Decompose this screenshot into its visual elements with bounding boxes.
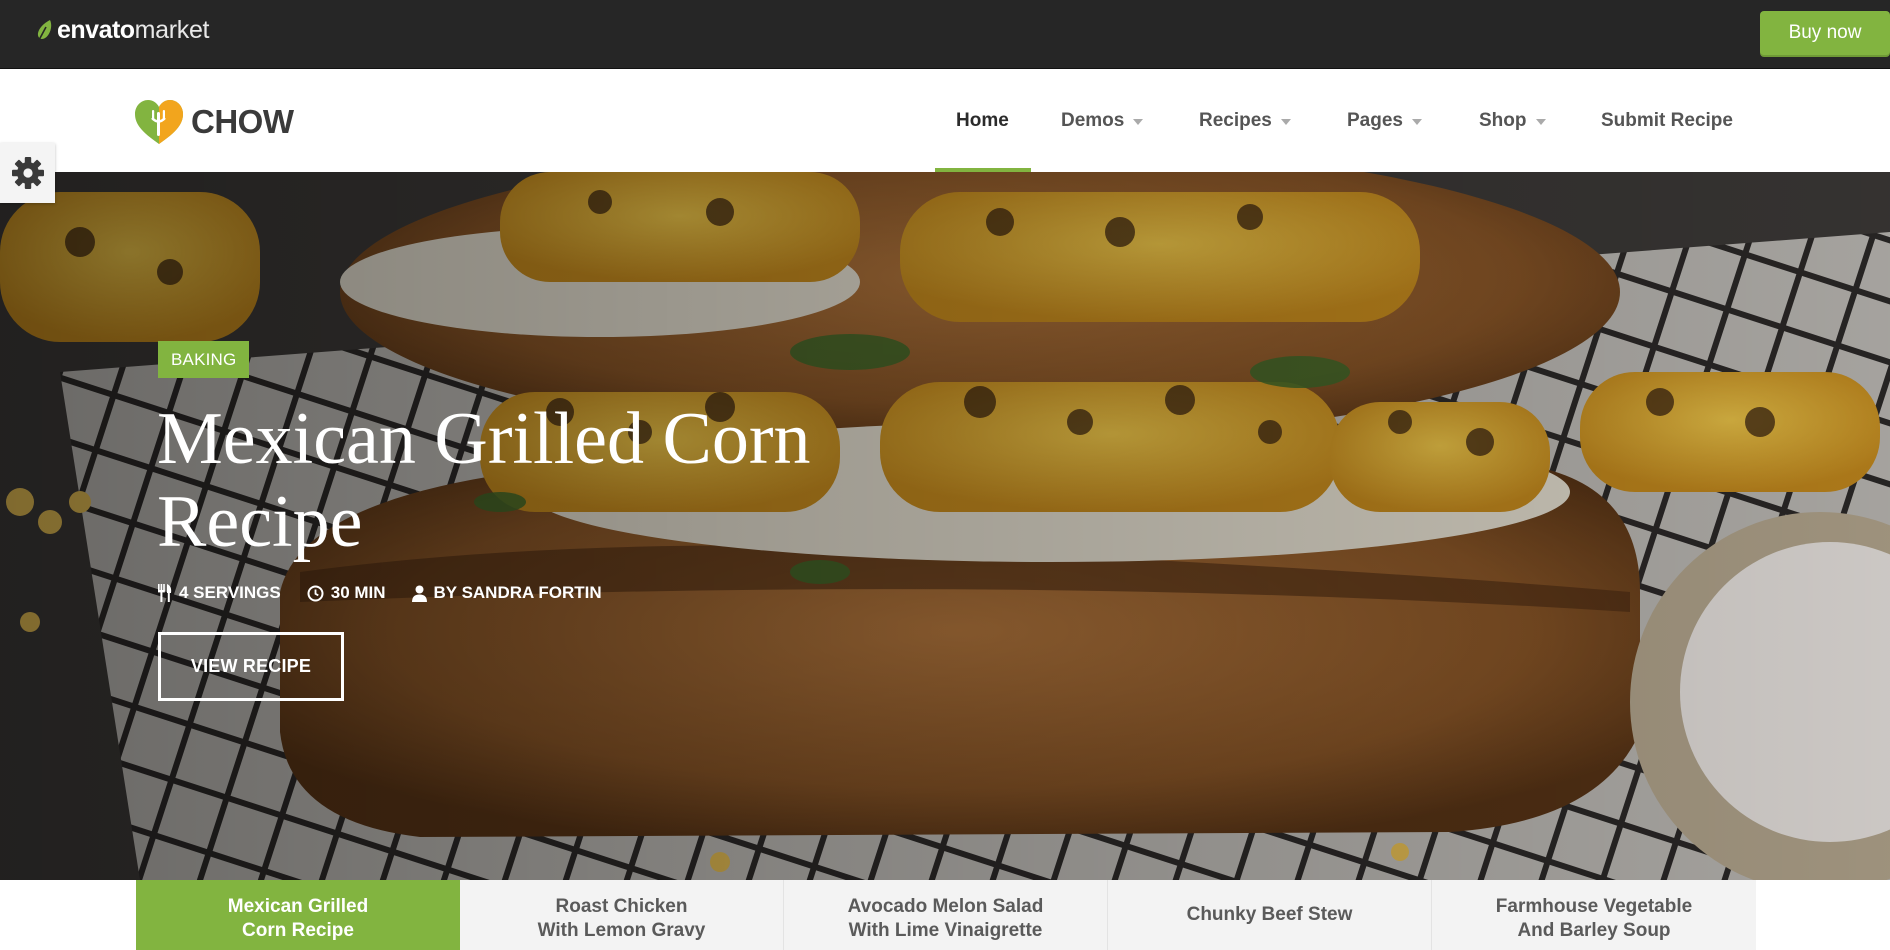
tab-line-2: With Lime Vinaigrette [848,920,1043,941]
chow-logo-text: CHOW [191,103,294,140]
recipe-tab-roast-chicken[interactable]: Roast Chicken With Lemon Gravy [460,880,784,950]
tab-line-1: Farmhouse Vegetable [1495,896,1693,917]
nav-shop-label: Shop [1479,109,1527,131]
nav-submit-recipe[interactable]: Submit Recipe [1601,69,1733,172]
envato-market-text: market [134,15,210,44]
category-badge[interactable]: BAKING [158,341,250,378]
recipe-slider-tabs: Mexican Grilled Corn Recipe Roast Chicken… [136,880,1756,950]
nav-recipes-label: Recipes [1199,109,1272,131]
user-icon [411,585,427,602]
caret-down-icon [1280,118,1291,125]
nav-pages[interactable]: Pages [1347,69,1422,172]
servings-text: 4 SERVINGS [179,583,281,602]
servings-meta: 4 SERVINGS [158,583,281,603]
recipe-tab-avocado-melon-salad[interactable]: Avocado Melon Salad With Lime Vinaigrette [784,880,1108,950]
envato-market-bar: envato market Buy now [0,0,1890,69]
time-meta: 30 MIN [307,583,386,603]
recipe-tab-mexican-grilled-corn[interactable]: Mexican Grilled Corn Recipe [136,880,460,950]
hero-recipe-title[interactable]: Mexican Grilled Corn Recipe [157,398,917,564]
cutlery-icon [158,584,172,602]
tab-line-2: Corn Recipe [242,920,354,941]
gear-icon [11,157,44,189]
tab-line-1: Roast Chicken [555,896,688,917]
author-meta: BY SANDRA FORTIN [411,583,602,603]
recipe-meta: 4 SERVINGS 30 MIN BY SANDRA FORTIN [158,581,628,605]
recipe-tab-chunky-beef-stew[interactable]: Chunky Beef Stew [1108,880,1432,950]
hero-slider: BAKING Mexican Grilled Corn Recipe 4 SER… [0,172,1890,880]
tab-line-2: With Lemon Gravy [537,920,706,941]
author-text[interactable]: BY SANDRA FORTIN [434,583,602,603]
caret-down-icon [1535,118,1546,125]
tab-line-2: And Barley Soup [1517,920,1671,941]
clock-icon [307,585,324,601]
view-recipe-button[interactable]: VIEW RECIPE [158,632,344,701]
tab-line-1: Avocado Melon Salad [847,896,1044,917]
nav-pages-label: Pages [1347,109,1403,131]
nav-shop[interactable]: Shop [1479,69,1546,172]
site-header: CHOW Home Demos Recipes Pages Shop Submi… [0,69,1890,172]
caret-down-icon [1411,118,1422,125]
caret-down-icon [1133,118,1144,125]
envato-brand-text: envato [57,15,135,44]
envato-market-logo[interactable]: envato market [36,15,210,44]
settings-panel-toggle[interactable] [0,143,55,203]
nav-demos[interactable]: Demos [1061,69,1144,172]
recipe-tab-farmhouse-vegetable-soup[interactable]: Farmhouse Vegetable And Barley Soup [1432,880,1756,950]
nav-home-label: Home [956,109,1009,131]
envato-leaf-icon [37,20,52,41]
buy-now-button[interactable]: Buy now [1760,11,1890,55]
nav-recipes[interactable]: Recipes [1199,69,1291,172]
nav-home[interactable]: Home [956,69,1009,172]
tab-line-1: Mexican Grilled [227,896,369,917]
tab-line-1: Chunky Beef Stew [1186,904,1353,925]
heart-fork-logo-icon [135,100,183,144]
nav-demos-label: Demos [1061,109,1125,131]
time-text: 30 MIN [330,583,386,602]
nav-submit-recipe-label: Submit Recipe [1601,109,1733,131]
chow-logo[interactable]: CHOW [133,98,294,146]
